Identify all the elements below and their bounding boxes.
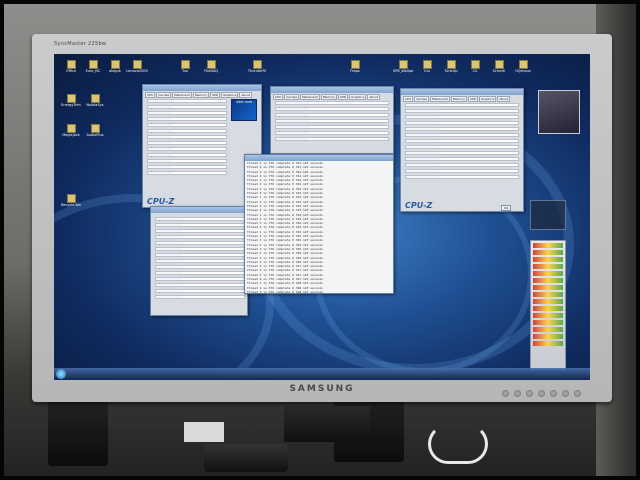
desktop-icon[interactable]: EnergyTrim [60,94,82,107]
folder-icon [398,60,408,69]
app-icon [422,60,432,69]
tab-graphics[interactable]: Graphics [349,94,367,100]
desktop-icon[interactable]: ThunderFil [246,60,268,73]
folder-icon [132,60,142,69]
info-rows [155,217,245,301]
tab-caches[interactable]: Caches [284,94,300,100]
desk-box [184,422,224,442]
tab-spd[interactable]: SPD [338,94,349,100]
app-icon [90,124,100,133]
desktop-icon[interactable]: Tux [174,60,196,73]
cpuz-tabs: CPU Caches Mainboard Memory SPD Graphics… [271,93,393,101]
desktop-icon[interactable]: NvidiaSys [84,94,106,107]
monitor-model-label: SyncMaster 225bw [54,41,107,47]
desktop-screen: Office Euro_NC abiguk Lenovo2009 Tux The… [54,54,590,380]
app-icon [90,94,100,103]
speaker-left [48,400,108,466]
monitor-button[interactable] [526,390,533,397]
monitor-gadget [530,240,566,370]
tab-about[interactable]: About [239,92,253,98]
desktop-icon[interactable]: Glu [416,60,438,73]
monitor-button[interactable] [502,390,509,397]
start-button[interactable] [56,369,66,379]
desktop-icon[interactable]: Fraps [344,60,366,73]
tab-memory[interactable]: Memory [192,92,210,98]
tab-about[interactable]: About [367,94,381,100]
memory-rows [405,103,519,181]
cpuz-logo: CPU-Z [147,197,175,206]
folder-icon [66,60,76,69]
tab-cpu[interactable]: CPU [145,92,156,98]
desk-device [204,444,288,472]
cpu-info-rows [147,99,227,177]
app-icon [470,60,480,69]
window-titlebar[interactable] [151,207,247,213]
folder-icon [88,60,98,69]
tab-caches[interactable]: Caches [156,92,172,98]
app-icon [206,60,216,69]
tab-memory[interactable]: Memory [450,96,468,102]
monitor-stand [284,406,370,442]
cpuz-window-memory[interactable]: CPU Caches Mainboard Memory SPD Graphics… [400,88,524,212]
gadget-panel [530,200,566,230]
monitor-button[interactable] [514,390,521,397]
tab-cpu[interactable]: CPU [273,94,284,100]
folder-icon [110,60,120,69]
desktop-icon[interactable]: TuneUp [440,60,462,73]
tab-about[interactable]: About [497,96,511,102]
tab-spd[interactable]: SPD [468,96,479,102]
tab-spd[interactable]: SPD [210,92,221,98]
mainboard-rows [275,101,389,143]
monitor-button[interactable] [538,390,545,397]
monitor-button[interactable] [562,390,569,397]
cpuz-tabs: CPU Caches Mainboard Memory SPD Graphics… [143,91,261,99]
desktop-icon[interactable]: TheDAQ [200,60,222,73]
app-icon [350,60,360,69]
desktop-icon[interactable]: Office [60,60,82,73]
cpuz-window-mainboard[interactable]: CPU Caches Mainboard Memory SPD Graphics… [270,86,394,154]
desktop-icon[interactable]: SPB_Wallpa [392,60,414,73]
app-icon [252,60,262,69]
desktop-icon[interactable]: abiguk [104,60,126,73]
intel-core-logo: intel core [231,99,257,121]
tab-mainboard[interactable]: Mainboard [430,96,450,102]
tab-memory[interactable]: Memory [320,94,338,100]
white-cable [428,424,488,464]
desktop-icon[interactable]: CS [464,60,486,73]
desktop-icon[interactable]: AudioPlus [84,124,106,137]
desktop-icon[interactable]: Schnell [488,60,510,73]
console-line: Thread 3 is 376 complete 0 348.123 secon… [247,289,323,294]
console-output: Thread 1 is 376 complete 0 341.123 secon… [245,161,393,294]
photo-gadget [538,90,580,134]
tab-graphics[interactable]: Graphics [479,96,497,102]
tab-cpu[interactable]: CPU [403,96,414,102]
app-icon [66,124,76,133]
tab-mainboard[interactable]: Mainboard [300,94,320,100]
ok-button[interactable]: OK [501,205,512,211]
cpuz-logo: CPU-Z [405,201,433,210]
power-button[interactable] [574,390,581,397]
recycle-bin-icon [66,194,76,203]
app-icon [494,60,504,69]
desktop-icon[interactable]: MagicJack [60,124,82,137]
tab-mainboard[interactable]: Mainboard [172,92,192,98]
desktop-icon[interactable]: Recycle Bin [60,194,82,207]
desktop-icon[interactable]: Lenovo2009 [126,60,148,73]
app-icon [446,60,456,69]
tab-caches[interactable]: Caches [414,96,430,102]
stress-test-console[interactable]: Thread 1 is 376 complete 0 341.123 secon… [244,154,394,294]
monitor-button[interactable] [550,390,557,397]
cpuz-tabs: CPU Caches Mainboard Memory SPD Graphics… [401,95,523,103]
app-icon [66,94,76,103]
app-icon [180,60,190,69]
desktop-icon[interactable]: Olympus [512,60,534,73]
folder-icon [518,60,528,69]
desktop-icon[interactable]: Euro_NC [82,60,104,73]
cpuz-window-small[interactable] [150,206,248,316]
taskbar [54,368,590,380]
tab-graphics[interactable]: Graphics [221,92,239,98]
monitor-buttons [502,390,581,397]
